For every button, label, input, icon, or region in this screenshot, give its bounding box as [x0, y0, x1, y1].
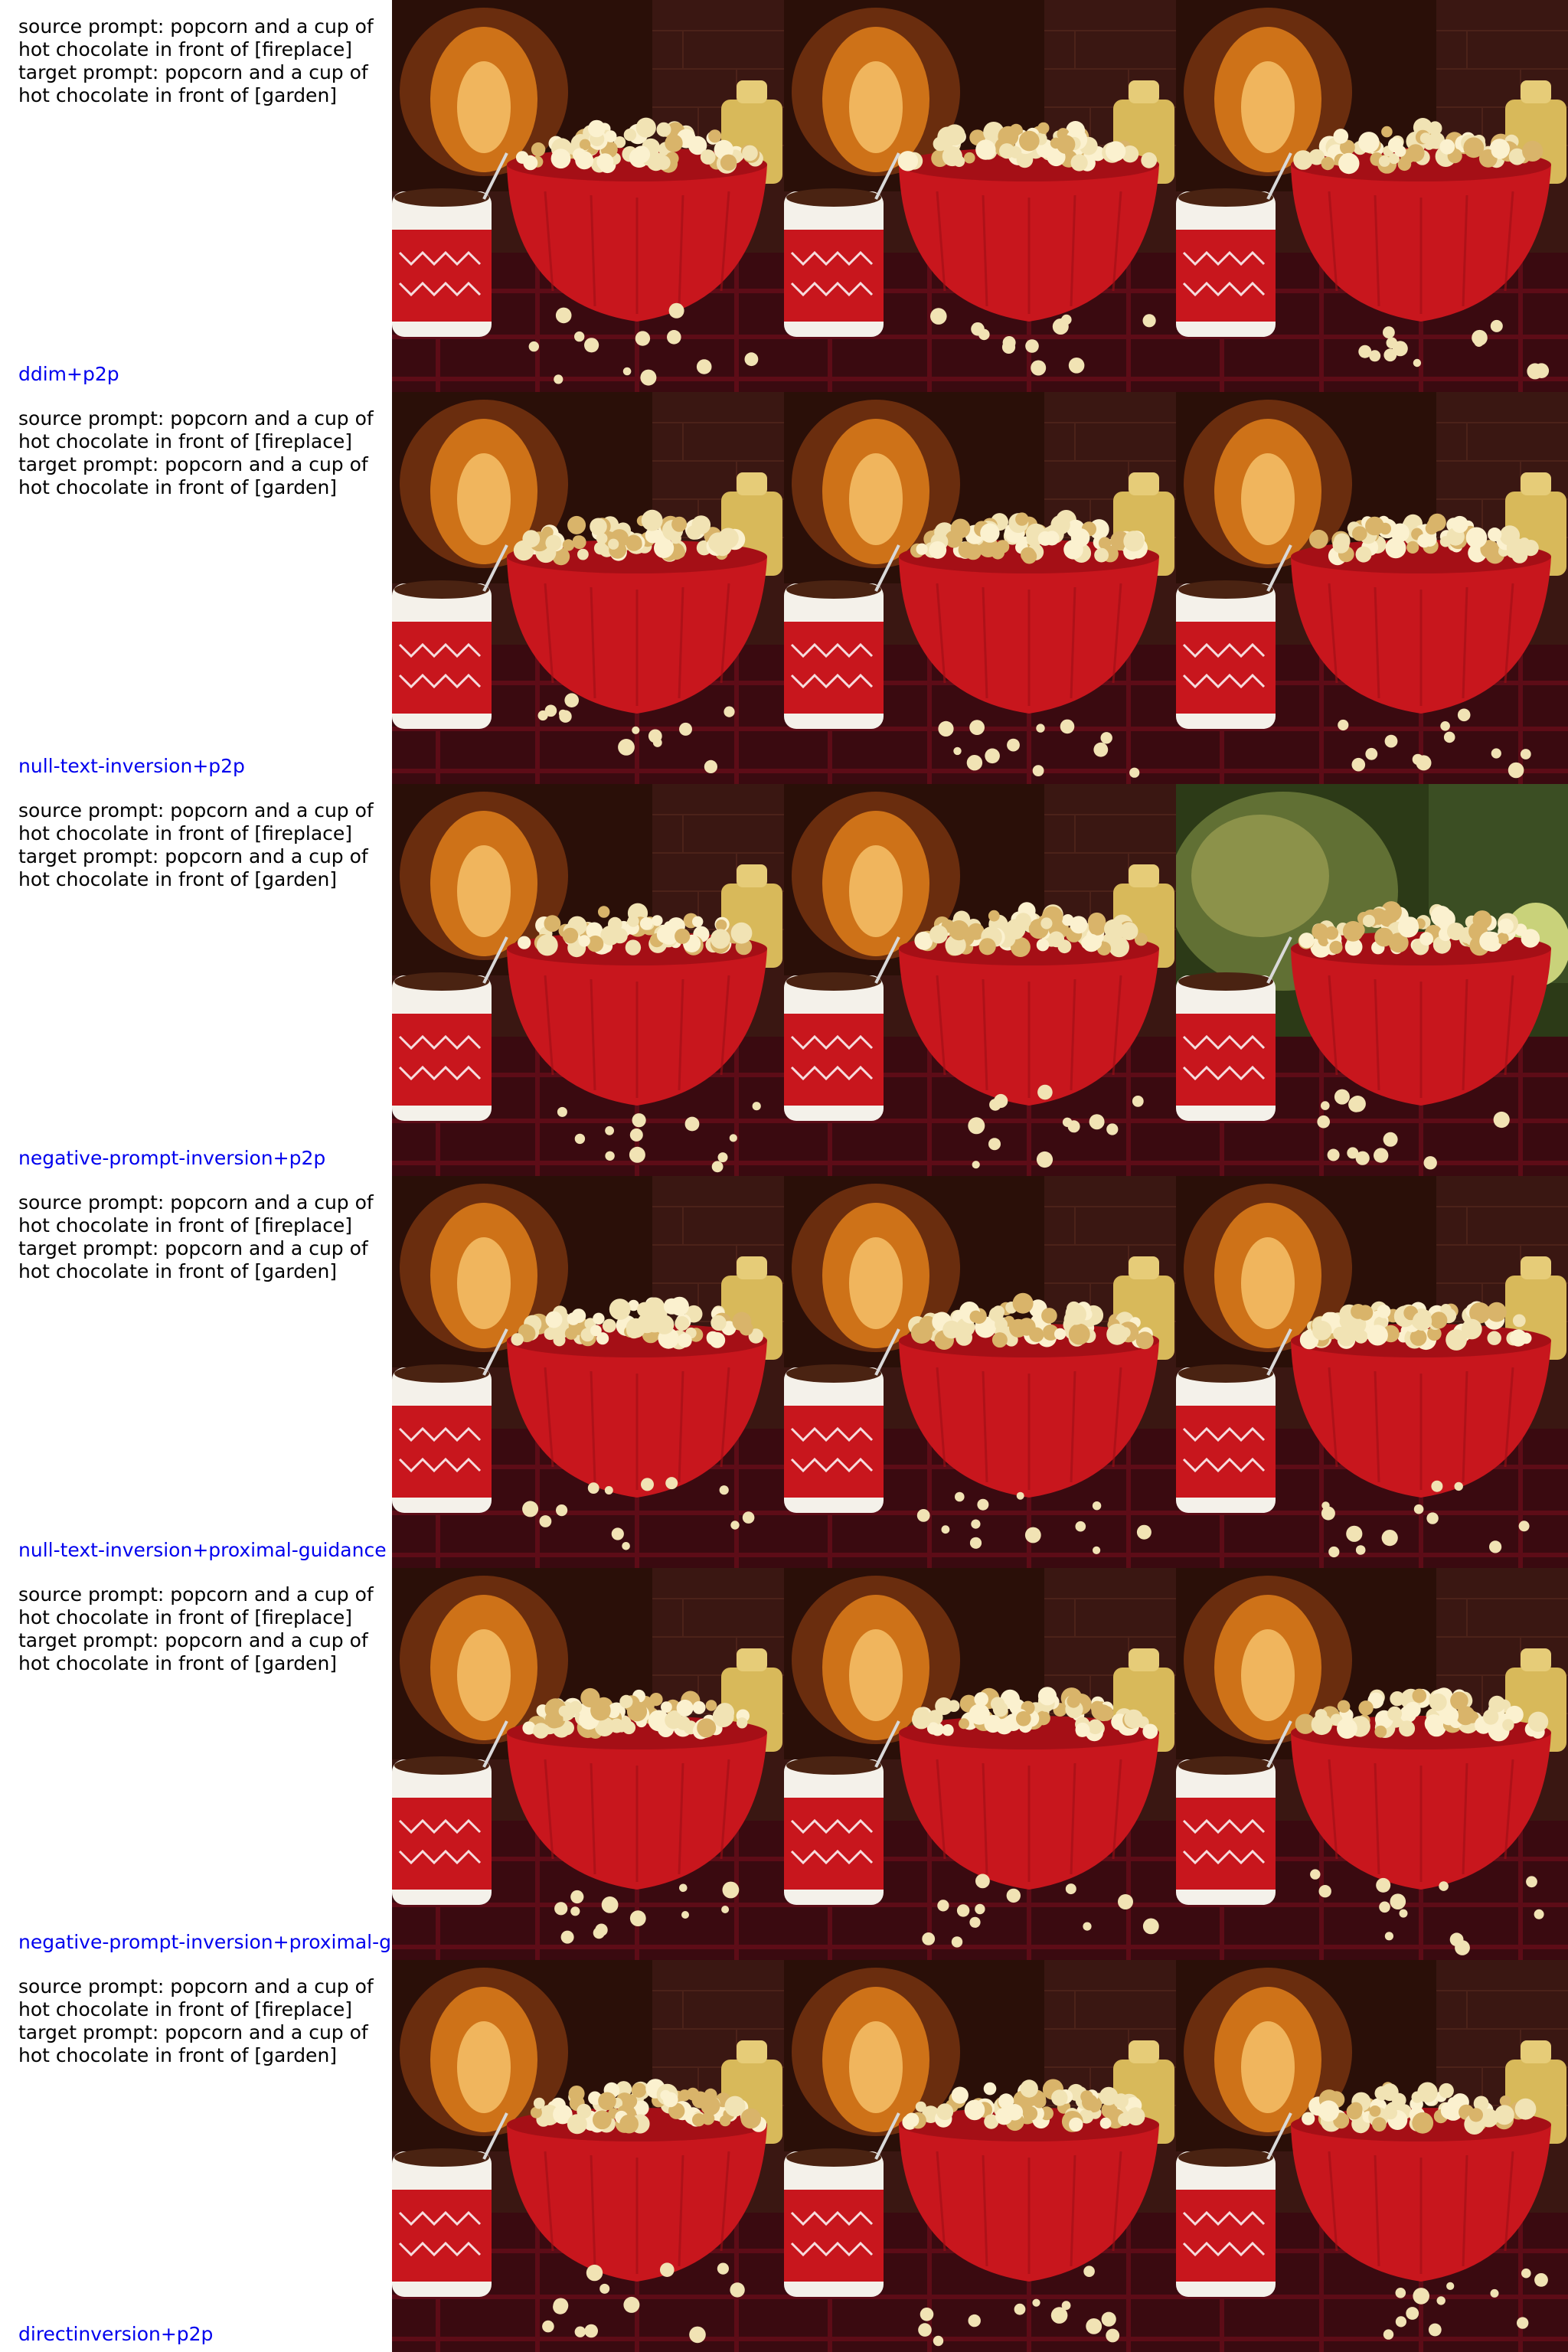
result-image-source	[392, 1176, 784, 1568]
result-image-source	[392, 392, 784, 784]
result-row: source prompt: popcorn and a cup of hot …	[0, 0, 1568, 392]
row-label-panel: source prompt: popcorn and a cup of hot …	[0, 1568, 392, 1960]
result-image-reconstruction	[784, 1568, 1176, 1960]
result-image-source	[392, 1568, 784, 1960]
method-label: null-text-inversion+proximal-guidance	[18, 1539, 387, 1561]
row-label-panel: source prompt: popcorn and a cup of hot …	[0, 784, 392, 1176]
result-image-edited	[1176, 392, 1568, 784]
row-label-panel: source prompt: popcorn and a cup of hot …	[0, 0, 392, 392]
row-label-panel: source prompt: popcorn and a cup of hot …	[0, 392, 392, 784]
method-label: directinversion+p2p	[18, 2323, 214, 2345]
prompt-text: source prompt: popcorn and a cup of hot …	[18, 407, 374, 498]
row-label-panel: source prompt: popcorn and a cup of hot …	[0, 1960, 392, 2352]
prompt-text: source prompt: popcorn and a cup of hot …	[18, 1191, 374, 1282]
result-row: source prompt: popcorn and a cup of hot …	[0, 1960, 1568, 2352]
result-row: source prompt: popcorn and a cup of hot …	[0, 1176, 1568, 1568]
result-row: source prompt: popcorn and a cup of hot …	[0, 392, 1568, 784]
result-image-edited	[1176, 1960, 1568, 2352]
prompt-text: source prompt: popcorn and a cup of hot …	[18, 799, 374, 890]
result-image-edited	[1176, 0, 1568, 392]
result-image-source	[392, 784, 784, 1176]
result-image-edited	[1176, 1568, 1568, 1960]
result-image-source	[392, 0, 784, 392]
result-image-edited	[1176, 784, 1568, 1176]
prompt-text: source prompt: popcorn and a cup of hot …	[18, 1975, 374, 2066]
result-row: source prompt: popcorn and a cup of hot …	[0, 784, 1568, 1176]
method-label: ddim+p2p	[18, 363, 119, 385]
result-image-edited	[1176, 1176, 1568, 1568]
method-label: negative-prompt-inversion+proximal-g	[18, 1931, 391, 1953]
result-image-reconstruction	[784, 1176, 1176, 1568]
result-row: source prompt: popcorn and a cup of hot …	[0, 1568, 1568, 1960]
result-image-reconstruction	[784, 392, 1176, 784]
result-image-reconstruction	[784, 784, 1176, 1176]
method-label: null-text-inversion+p2p	[18, 755, 245, 777]
comparison-grid: source prompt: popcorn and a cup of hot …	[0, 0, 1568, 2352]
prompt-text: source prompt: popcorn and a cup of hot …	[18, 15, 374, 106]
result-image-reconstruction	[784, 0, 1176, 392]
method-label: negative-prompt-inversion+p2p	[18, 1147, 326, 1169]
result-image-reconstruction	[784, 1960, 1176, 2352]
row-label-panel: source prompt: popcorn and a cup of hot …	[0, 1176, 392, 1568]
prompt-text: source prompt: popcorn and a cup of hot …	[18, 1583, 374, 1674]
result-image-source	[392, 1960, 784, 2352]
